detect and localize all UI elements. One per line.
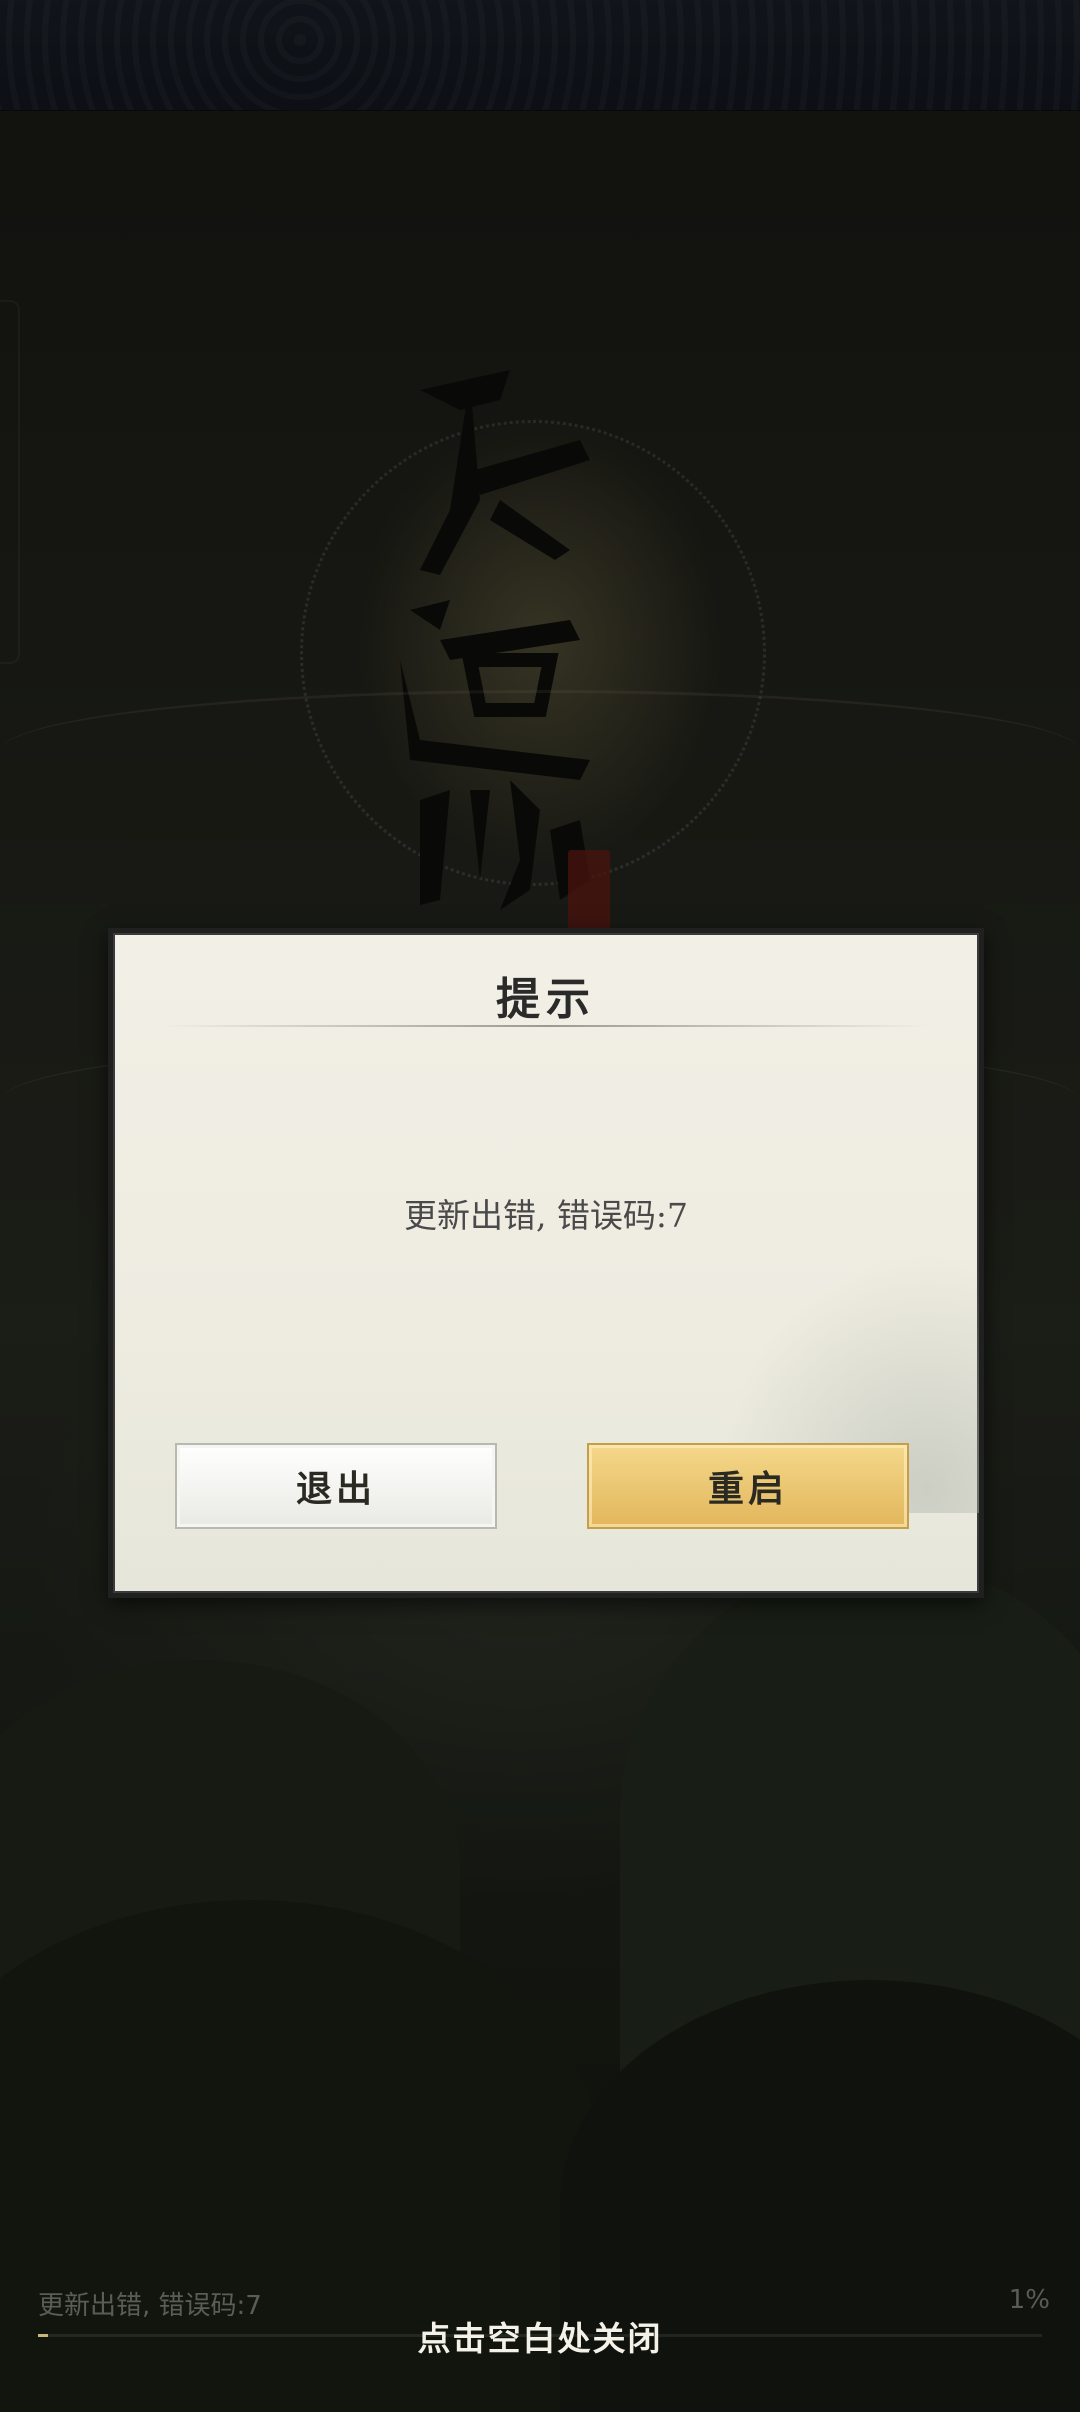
exit-button-label: 退出 [295, 1468, 376, 1510]
progress-percent: 1% [1008, 2285, 1050, 2315]
game-loading-screen: 提示 更新出错, 错误码:7 退出 重启 更新出错, 错误码:7 1% 点击空白… [0, 0, 1080, 2412]
dialog-title: 提示 [496, 974, 596, 1025]
exit-button[interactable]: 退出 [175, 1443, 497, 1529]
dialog-message: 更新出错, 错误码:7 [403, 1196, 689, 1235]
restart-button[interactable]: 重启 [587, 1443, 909, 1529]
close-hint[interactable]: 点击空白处关闭 [0, 2312, 1080, 2360]
title-divider [163, 1025, 929, 1027]
update-error-dialog: 提示 更新出错, 错误码:7 退出 重启 [108, 928, 984, 1598]
restart-button-label: 重启 [707, 1468, 788, 1510]
